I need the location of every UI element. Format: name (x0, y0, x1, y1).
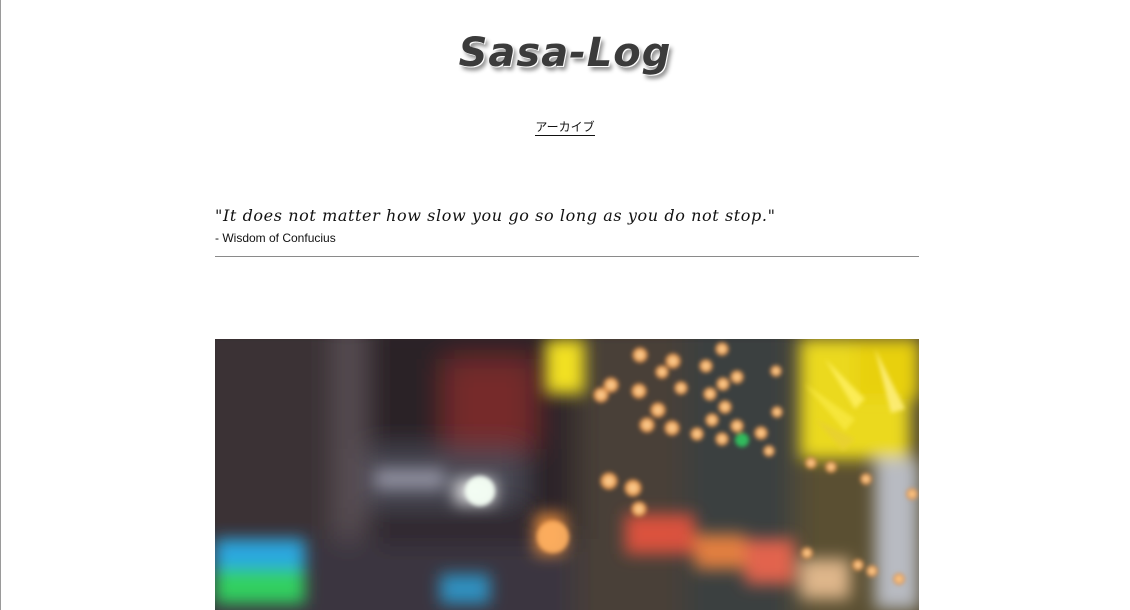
quote-author: - Wisdom of Confucius (215, 231, 336, 245)
quote-block: "It does not matter how slow you go so l… (215, 204, 919, 257)
main-nav: アーカイブ (0, 118, 1130, 136)
hero-image (215, 339, 919, 610)
site-logo[interactable]: Sasa-Log (0, 30, 1130, 76)
blurred-city-lights-photo (215, 339, 919, 610)
quote-text: "It does not matter how slow you go so l… (215, 206, 776, 225)
nav-archive-link[interactable]: アーカイブ (535, 120, 595, 136)
window-left-border (0, 0, 1, 610)
